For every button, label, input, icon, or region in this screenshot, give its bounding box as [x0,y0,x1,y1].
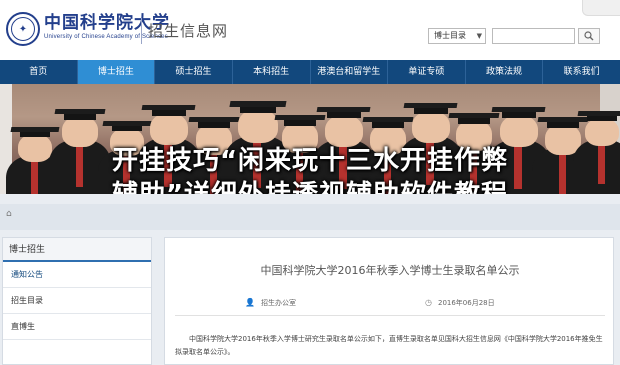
overlay-title-line1: 开挂技巧“闲来玩十三水开挂作弊 [111,146,509,176]
article-author: 👤 招生办公室 [245,298,296,308]
sidebar-item-catalog[interactable]: 招生目录 [3,288,151,314]
search-category-select[interactable]: 博士目录 ▼ [428,28,486,44]
site-name: 招生信息网 [148,22,229,40]
home-icon[interactable]: ⌂ [6,209,12,219]
nav-item-phd[interactable]: 博士招生 [77,60,156,84]
sidebar: 博士招生 通知公告 招生目录 直博生 [2,237,152,365]
main-nav: 首页 博士招生 硕士招生 本科招生 港澳台和留学生 单证专硕 政策法规 联系我们 [0,60,620,84]
article-body: 中国科学院大学2016年秋季入学博士研究生录取名单公示如下，直博生录取名单见国科… [175,335,603,356]
university-seal-logo[interactable]: ✦ [6,12,40,46]
article-date-text: 2016年06月28日 [437,299,495,307]
header-divider [141,18,142,44]
search-category-value: 博士目录 [434,31,466,40]
nav-item-masters[interactable]: 硕士招生 [155,60,233,84]
article-date: ◷ 2016年06月28日 [425,298,495,308]
breadcrumb [0,204,620,230]
meta-divider [175,315,605,316]
search-icon [584,31,594,41]
nav-item-professional[interactable]: 单证专硕 [388,60,466,84]
article-panel: 中国科学院大学2016年秋季入学博士生录取名单公示 👤 招生办公室 ◷ 2016年0… [164,237,614,365]
seal-inner-icon: ✦ [11,17,35,41]
person-icon: 👤 [245,298,255,307]
article-author-text: 招生办公室 [260,299,296,307]
sidebar-item-direct-phd[interactable]: 直博生 [3,314,151,340]
sidebar-item-notices[interactable]: 通知公告 [3,262,151,288]
search-button[interactable] [578,28,600,44]
nav-item-contact[interactable]: 联系我们 [543,60,620,84]
nav-item-policy[interactable]: 政策法规 [466,60,544,84]
search-input[interactable] [492,28,575,44]
nav-item-international[interactable]: 港澳台和留学生 [311,60,389,84]
sidebar-title: 博士招生 [3,238,151,262]
clock-icon: ◷ [425,298,432,307]
page-corner-fold [582,0,620,16]
site-header: ✦ 中国科学院大学 University of Chinese Academy … [0,0,620,60]
chevron-down-icon: ▼ [476,32,482,40]
nav-item-undergrad[interactable]: 本科招生 [233,60,311,84]
nav-item-home[interactable]: 首页 [0,60,78,84]
article-title: 中国科学院大学2016年秋季入学博士生录取名单公示 [260,264,520,277]
